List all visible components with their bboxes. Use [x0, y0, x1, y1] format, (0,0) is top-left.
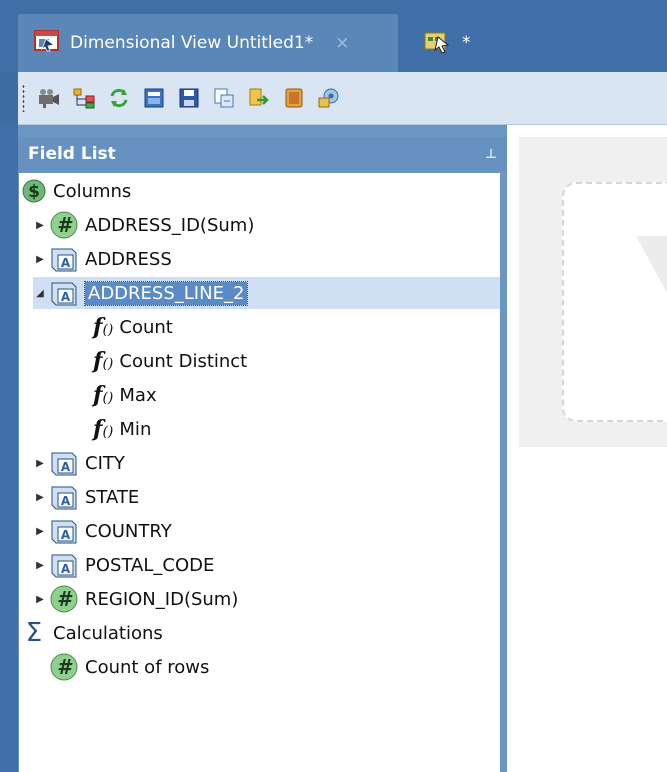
toolbar: [18, 72, 667, 125]
tree-node-max[interactable]: f() Max: [93, 379, 157, 411]
field-list-tree: $ Columns ▶ # ADDRESS_ID(Sum) ▶ A ADDRES…: [19, 173, 500, 772]
tree-node-label: Count Distinct: [119, 350, 248, 372]
expand-arrow-icon[interactable]: ▶: [33, 254, 47, 265]
new-view-icon: [422, 27, 454, 59]
tree-node-address[interactable]: ▶ A ADDRESS: [33, 243, 172, 275]
tree-node-state[interactable]: ▶ A STATE: [33, 481, 139, 513]
tab-label: Dimensional View Untitled1*: [70, 33, 314, 53]
pin-icon[interactable]: ⊥: [485, 147, 497, 162]
dollar-icon: $: [21, 177, 47, 205]
text-field-icon: A: [47, 449, 81, 477]
camera-icon[interactable]: [37, 86, 61, 110]
tree-node-label: ADDRESS_ID(Sum): [85, 214, 255, 236]
function-icon: f(): [93, 382, 114, 408]
numeric-field-icon: #: [47, 653, 81, 681]
save-icon[interactable]: [177, 86, 201, 110]
refresh-icon[interactable]: [107, 86, 131, 110]
function-icon: f(): [93, 314, 114, 340]
sigma-icon: Σ: [25, 618, 43, 648]
tree-node-calculations[interactable]: Σ Calculations: [21, 617, 163, 649]
field-list-header: Field List ⊥: [18, 137, 507, 171]
svg-text:$: $: [28, 182, 40, 202]
expand-arrow-icon[interactable]: ▶: [33, 526, 47, 537]
svg-text:#: #: [57, 213, 73, 237]
field-list-title: Field List: [28, 144, 116, 164]
svg-text:A: A: [61, 528, 71, 542]
tree-node-label: CITY: [85, 452, 125, 474]
database-icon[interactable]: [282, 86, 306, 110]
window-border: [0, 125, 18, 772]
toolbar-grip[interactable]: [22, 84, 25, 112]
expand-arrow-icon[interactable]: ▶: [33, 560, 47, 571]
canvas-background: [519, 137, 667, 447]
svg-text:A: A: [61, 256, 71, 270]
report-canvas: [507, 125, 667, 772]
tree-node-region-id[interactable]: ▶ # REGION_ID(Sum): [33, 583, 238, 615]
tree-node-count-distinct[interactable]: f() Count Distinct: [93, 345, 247, 377]
svg-text:A: A: [61, 562, 71, 576]
tree-node-label: Min: [119, 418, 152, 440]
tree-node-address-line-2[interactable]: ◢ A ADDRESS_LINE_2: [33, 277, 500, 309]
text-field-icon: A: [47, 279, 81, 307]
svg-text:#: #: [57, 655, 73, 679]
text-field-icon: A: [47, 483, 81, 511]
close-icon[interactable]: ×: [335, 33, 349, 53]
expand-arrow-icon[interactable]: ▶: [33, 594, 47, 605]
text-field-icon: A: [47, 551, 81, 579]
tab-new-view[interactable]: *: [412, 14, 492, 72]
tree-node-columns[interactable]: $ Columns: [21, 175, 131, 207]
tree-node-label: Calculations: [53, 622, 163, 644]
tree-node-city[interactable]: ▶ A CITY: [33, 447, 125, 479]
svg-text:A: A: [61, 494, 71, 508]
tree-options-icon[interactable]: [72, 86, 96, 110]
tree-node-label: STATE: [85, 486, 140, 508]
numeric-field-icon: #: [47, 585, 81, 613]
tree-node-country[interactable]: ▶ A COUNTRY: [33, 515, 172, 547]
placeholder-graphic: [636, 236, 667, 346]
svg-text:#: #: [57, 587, 73, 611]
tree-node-label: COUNTRY: [85, 520, 172, 542]
tree-node-label: REGION_ID(Sum): [85, 588, 239, 610]
tree-node-postal-code[interactable]: ▶ A POSTAL_CODE: [33, 549, 214, 581]
function-icon: f(): [93, 416, 114, 442]
tree-node-address-id[interactable]: ▶ # ADDRESS_ID(Sum): [33, 209, 254, 241]
field-list-panel: Field List ⊥ $ Columns ▶ # ADDRESS_ID(Su…: [18, 125, 507, 772]
expand-arrow-icon[interactable]: ▶: [33, 220, 47, 231]
tab-label: *: [462, 33, 471, 53]
tree-node-label: Columns: [53, 180, 132, 202]
dimensional-view-icon: [34, 29, 60, 57]
export-icon[interactable]: [212, 86, 236, 110]
collapse-arrow-icon[interactable]: ◢: [33, 288, 47, 299]
tab-bar: Dimensional View Untitled1* × *: [0, 0, 667, 72]
tree-node-count-of-rows[interactable]: # Count of rows: [47, 651, 209, 683]
text-field-icon: A: [47, 517, 81, 545]
tree-node-label: Count of rows: [85, 656, 210, 678]
drop-zone[interactable]: [562, 182, 667, 422]
tree-node-min[interactable]: f() Min: [93, 413, 151, 445]
tree-node-label: POSTAL_CODE: [85, 554, 215, 576]
open-icon[interactable]: [142, 86, 166, 110]
tree-node-label: Max: [119, 384, 157, 406]
expand-arrow-icon[interactable]: ▶: [33, 492, 47, 503]
expand-arrow-icon[interactable]: ▶: [33, 458, 47, 469]
tree-node-label: ADDRESS_LINE_2: [83, 280, 249, 306]
tree-node-label: Count: [119, 316, 173, 338]
text-field-icon: A: [47, 245, 81, 273]
function-icon: f(): [93, 348, 114, 374]
numeric-field-icon: #: [47, 211, 81, 239]
svg-text:A: A: [61, 460, 71, 474]
settings-icon[interactable]: [317, 86, 341, 110]
svg-text:A: A: [61, 290, 71, 304]
tab-dimensional-view[interactable]: Dimensional View Untitled1* ×: [18, 14, 398, 72]
tree-node-count[interactable]: f() Count: [93, 311, 173, 343]
link-icon[interactable]: [247, 86, 271, 110]
tree-node-label: ADDRESS: [85, 248, 172, 270]
